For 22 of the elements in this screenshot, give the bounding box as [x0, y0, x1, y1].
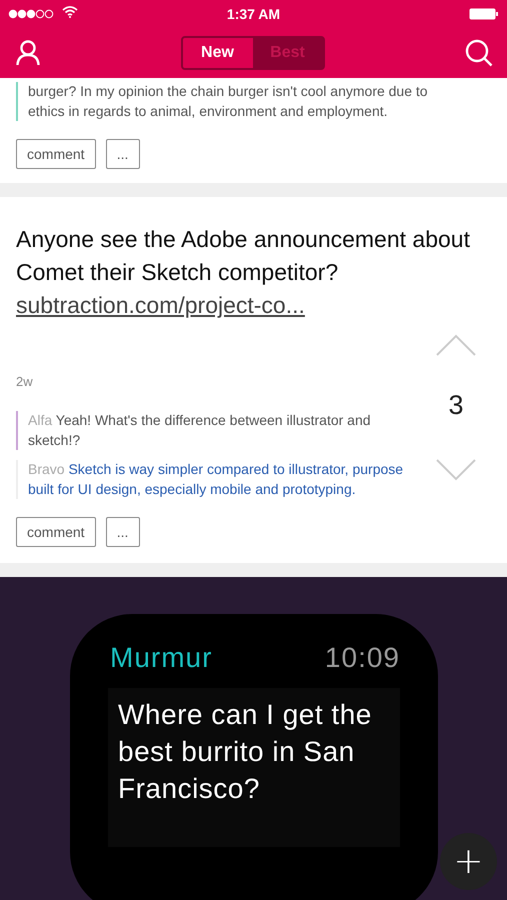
- message-text: Where can I get the best burrito in San Francisco?: [108, 688, 400, 847]
- more-button[interactable]: ...: [106, 139, 140, 169]
- comment-text: Alfa Yeah! What's the difference between illustrator and sketch!?: [16, 411, 421, 450]
- post-title: Anyone see the Adobe announcement about Comet their Sketch competitor?: [16, 225, 471, 287]
- post-link[interactable]: subtraction.com/project-co...: [16, 289, 305, 322]
- segment-tab[interactable]: New: [182, 38, 252, 68]
- post-age: 2w: [16, 374, 34, 389]
- comment-text: Bravo Sketch is way simpler compared to illustrator, purpose built for UI design, especially mobile and prototyping.: [16, 460, 421, 499]
- comment-text: burger? In my opinion the chain burger isn't cool anymore due to ethics in regards to animal, environment and employment.: [16, 82, 428, 121]
- watch-time: 10:09: [324, 642, 400, 674]
- search-icon[interactable]: [465, 39, 493, 67]
- wifi-icon: [62, 6, 78, 18]
- add-button[interactable]: +: [440, 833, 497, 890]
- comment-button[interactable]: comment: [16, 139, 96, 169]
- app-name: Murmur: [110, 642, 212, 674]
- signal-icon: [8, 9, 56, 19]
- comment-button[interactable]: comment: [16, 517, 96, 547]
- more-button[interactable]: ...: [106, 517, 140, 547]
- battery-icon: [469, 8, 499, 20]
- status-time: 1:37 AM: [226, 6, 282, 22]
- vote-count: 3: [448, 390, 464, 421]
- profile-icon[interactable]: [16, 40, 40, 66]
